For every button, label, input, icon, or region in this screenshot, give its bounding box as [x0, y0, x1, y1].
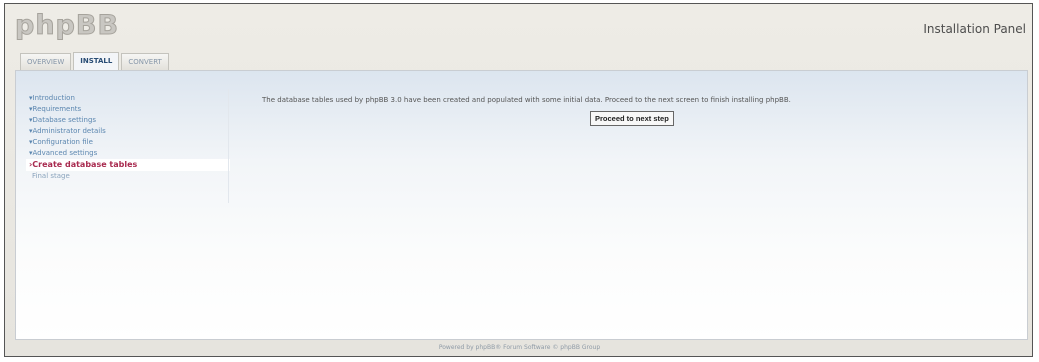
menu-item-administrator-details[interactable]: ▾Administrator details [26, 126, 230, 137]
phpbb-logo: phpBB [14, 10, 120, 42]
menu-item-create-database-tables[interactable]: ›Create database tables [26, 159, 230, 171]
menu-item-final-stage: Final stage [26, 171, 230, 182]
menu-item-requirements[interactable]: ▾Requirements [26, 104, 230, 115]
menu-item-label: Create database tables [32, 160, 138, 169]
panel-title: Installation Panel [923, 22, 1026, 36]
tab-convert[interactable]: Convert [121, 53, 169, 70]
menu-item-introduction[interactable]: ▾Introduction [26, 93, 230, 104]
install-steps-menu: ▾Introduction ▾Requirements ▾Database se… [26, 93, 230, 182]
status-message: The database tables used by phpBB 3.0 ha… [262, 96, 791, 104]
menu-item-label: Advanced settings [32, 149, 98, 157]
menu-item-advanced-settings[interactable]: ▾Advanced settings [26, 148, 230, 159]
menu-item-label: Final stage [32, 172, 70, 180]
footer-credit: Powered by phpBB® Forum Software © phpBB… [438, 344, 601, 351]
menu-item-label: Administrator details [32, 127, 106, 135]
menu-item-label: Database settings [32, 116, 97, 124]
tab-bar: Overview Install Convert [20, 52, 171, 71]
proceed-button[interactable]: Proceed to next step [590, 111, 674, 126]
installer-window: phpBB Installation Panel Overview Instal… [4, 3, 1033, 357]
menu-item-label: Requirements [32, 105, 82, 113]
menu-item-label: Introduction [32, 94, 75, 102]
menu-item-configuration-file[interactable]: ▾Configuration file [26, 137, 230, 148]
menu-divider [228, 89, 229, 203]
main-panel: ▾Introduction ▾Requirements ▾Database se… [15, 70, 1028, 340]
tab-overview[interactable]: Overview [20, 53, 72, 70]
menu-item-database-settings[interactable]: ▾Database settings [26, 115, 230, 126]
tab-install[interactable]: Install [73, 52, 120, 70]
menu-item-label: Configuration file [32, 138, 93, 146]
